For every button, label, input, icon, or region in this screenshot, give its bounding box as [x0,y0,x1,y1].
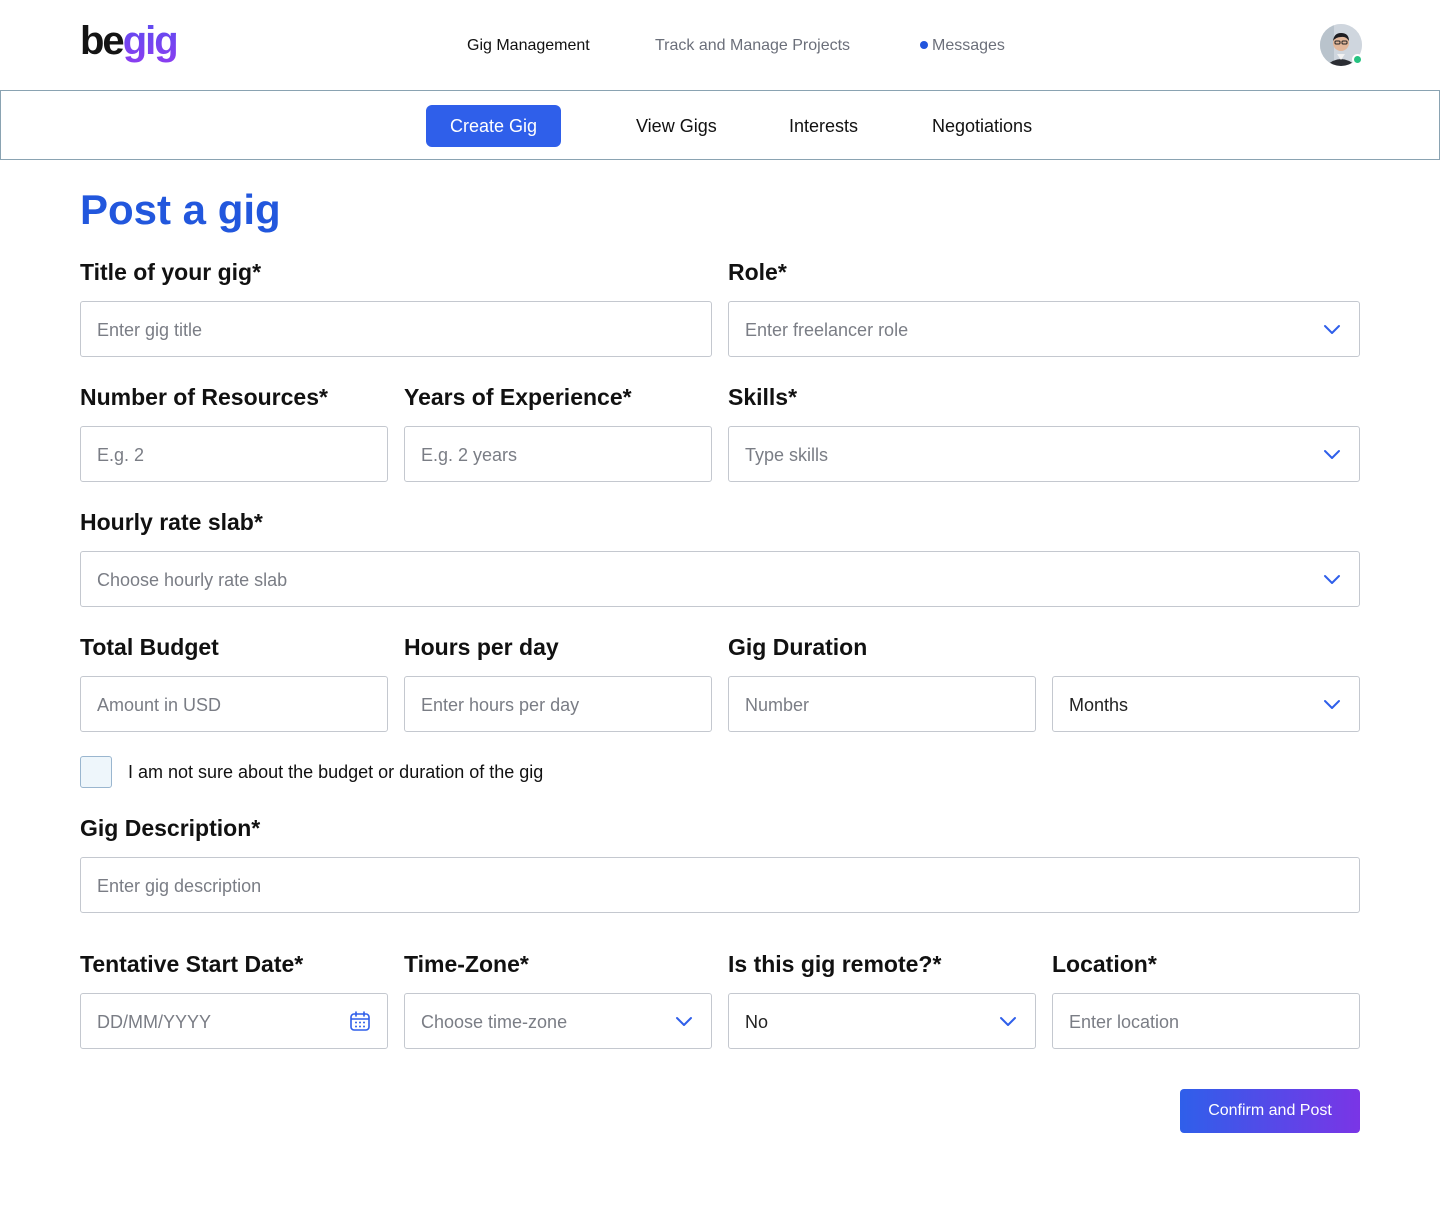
gig-title-label: Title of your gig* [80,259,262,285]
user-avatar[interactable] [1320,24,1363,66]
chevron-down-icon [1000,1017,1016,1026]
begig-logo[interactable]: begig [80,18,179,64]
budget-input[interactable]: Amount in USD [80,676,388,732]
unread-dot-icon [920,41,928,49]
skills-label: Skills* [728,384,798,410]
experience-label: Years of Experience* [404,384,632,410]
budget-label: Total Budget [80,634,219,660]
gig-subnav: Create Gig View Gigs Interests Negotiati… [0,90,1440,160]
hours-input[interactable]: Enter hours per day [404,676,712,732]
confirm-and-post-button[interactable]: Confirm and Post [1180,1089,1360,1133]
start-date-label: Tentative Start Date* [80,951,304,977]
tab-interests[interactable]: Interests [789,105,858,147]
unsure-checkbox[interactable] [80,756,112,788]
hourly-rate-label: Hourly rate slab* [80,509,263,535]
remote-label: Is this gig remote?* [728,951,942,977]
unsure-checkbox-label[interactable]: I am not sure about the budget or durati… [128,760,543,784]
hourly-rate-select[interactable]: Choose hourly rate slab [80,551,1360,607]
tab-negotiations[interactable]: Negotiations [932,105,1032,147]
experience-input[interactable]: E.g. 2 years [404,426,712,482]
hours-label: Hours per day [404,634,559,660]
start-date-input[interactable]: DD/MM/YYYY [80,993,388,1049]
resources-label: Number of Resources* [80,384,328,410]
chevron-down-icon [676,1017,692,1026]
gig-title-input[interactable]: Enter gig title [80,301,712,357]
chevron-down-icon [1324,450,1340,459]
remote-select[interactable]: No [728,993,1036,1049]
duration-label: Gig Duration [728,634,868,660]
calendar-icon[interactable] [349,1010,371,1032]
description-input[interactable]: Enter gig description [80,857,1360,913]
chevron-down-icon [1324,325,1340,334]
tab-create-gig[interactable]: Create Gig [426,105,562,147]
role-select[interactable]: Enter freelancer role [728,301,1360,357]
role-label: Role* [728,259,787,285]
top-header: begig Gig Management Track and Manage Pr… [0,0,1440,90]
online-status-icon [1352,54,1363,65]
chevron-down-icon [1324,700,1340,709]
page-title: Post a gig [80,186,281,233]
timezone-label: Time-Zone* [404,951,529,977]
nav-messages[interactable]: Messages [920,36,1005,56]
chevron-down-icon [1324,575,1340,584]
nav-gig-management[interactable]: Gig Management [467,36,590,56]
description-label: Gig Description* [80,815,261,841]
nav-track-projects[interactable]: Track and Manage Projects [655,36,850,56]
skills-select[interactable]: Type skills [728,426,1360,482]
timezone-select[interactable]: Choose time-zone [404,993,712,1049]
resources-input[interactable]: E.g. 2 [80,426,388,482]
duration-unit-select[interactable]: Months [1052,676,1360,732]
location-label: Location* [1052,951,1157,977]
tab-view-gigs[interactable]: View Gigs [636,105,717,147]
duration-number-input[interactable]: Number [728,676,1036,732]
location-input[interactable]: Enter location [1052,993,1360,1049]
